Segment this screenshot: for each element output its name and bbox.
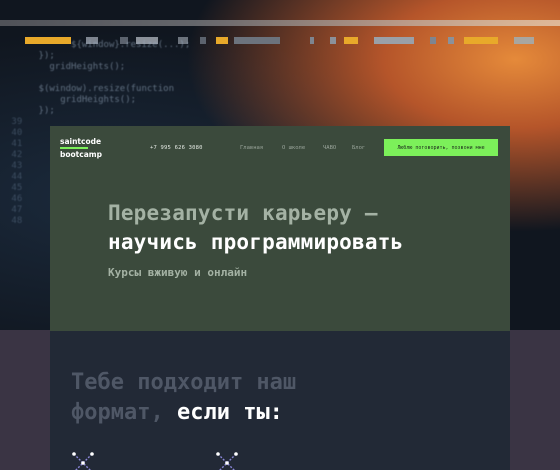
network-x-icon xyxy=(216,452,238,470)
phone-link[interactable]: +7 995 626 3080 xyxy=(150,145,203,151)
nav-item-home[interactable]: Главная xyxy=(240,145,263,151)
code-text: gridHeights(); xyxy=(27,95,137,105)
format-section: Тебе подходит наш формат, если ты: xyxy=(50,331,510,470)
line-number: 45 xyxy=(6,183,28,193)
line-number xyxy=(6,40,28,50)
code-text: ${window}.resize(...); xyxy=(27,40,191,50)
background-code-line: }); xyxy=(6,51,236,62)
background-code-line xyxy=(6,73,236,84)
hero-title: Перезапусти карьеру — научись программир… xyxy=(108,199,498,257)
logo-underline xyxy=(60,147,88,149)
nav-item-blog[interactable]: Блог xyxy=(352,145,365,151)
code-text: $(window).resize(function xyxy=(27,84,174,94)
line-number: 46 xyxy=(6,194,28,204)
code-text: }); xyxy=(27,51,55,61)
line-number: 48 xyxy=(6,216,28,226)
background-code-line: $(window).resize(function xyxy=(6,84,236,95)
line-number: 47 xyxy=(6,205,28,215)
section-title-highlight: если ты: xyxy=(176,400,283,425)
line-number xyxy=(6,84,28,94)
hero-title-line-2: научись программировать xyxy=(108,230,404,254)
callback-button[interactable]: Люблю поговорить, позвони мне xyxy=(384,139,498,156)
logo-line-2: bootcamp xyxy=(60,150,102,159)
nav-item-about[interactable]: О школе xyxy=(282,145,305,151)
nav-item-faq[interactable]: ЧАВО xyxy=(323,145,336,151)
hero-subtitle: Курсы вживую и онлайн xyxy=(108,266,248,279)
background-code-line: gridHeights(); xyxy=(6,95,236,106)
line-number xyxy=(6,73,28,83)
hero-section: saintcode bootcamp +7 995 626 3080 Главн… xyxy=(50,126,510,331)
line-number xyxy=(6,95,28,105)
line-number: 44 xyxy=(6,172,28,182)
hero-title-line-1: Перезапусти карьеру — xyxy=(108,201,378,225)
logo[interactable]: saintcode bootcamp xyxy=(60,138,120,160)
background-code-line: gridHeights(); xyxy=(6,62,236,73)
line-number: 39 xyxy=(6,117,28,127)
line-number xyxy=(6,51,28,61)
section-title-part-2: формат, xyxy=(71,400,164,425)
background-code-line: ${window}.resize(...); xyxy=(6,40,236,51)
line-number xyxy=(6,62,28,72)
network-x-icon xyxy=(72,452,94,470)
logo-line-1: saintcode xyxy=(60,137,102,146)
section-title-part-1: Тебе подходит наш xyxy=(71,370,297,395)
line-number: 42 xyxy=(6,150,28,160)
website-card: saintcode bootcamp +7 995 626 3080 Главн… xyxy=(50,126,510,470)
line-number xyxy=(6,106,28,116)
code-text: }); xyxy=(27,106,55,116)
line-number: 43 xyxy=(6,161,28,171)
code-text: gridHeights(); xyxy=(27,62,126,72)
background-code-line: }); xyxy=(6,106,236,117)
line-number: 41 xyxy=(6,139,28,149)
section-title: Тебе подходит наш формат, если ты: xyxy=(71,368,296,428)
line-number: 40 xyxy=(6,128,28,138)
